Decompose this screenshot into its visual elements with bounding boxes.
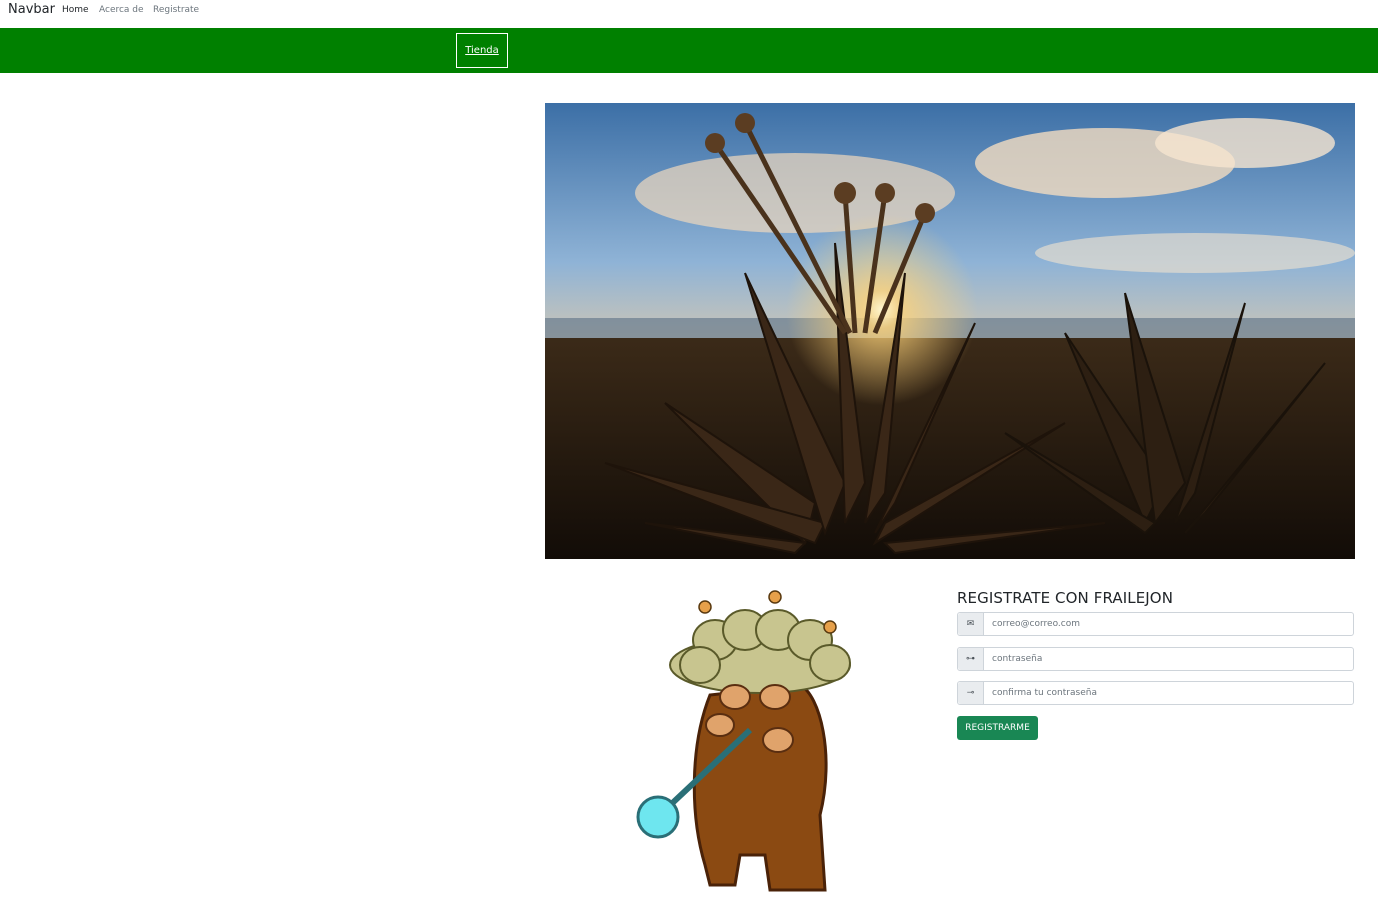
green-banner (0, 28, 1378, 73)
email-icon: ✉ (958, 613, 984, 635)
top-navbar: Navbar Home Acerca de Registrate (0, 0, 1378, 28)
confirm-password-field[interactable] (984, 682, 1353, 704)
mascot-illustration (636, 590, 851, 897)
nav-link-home[interactable]: Home (62, 5, 89, 15)
shop-button[interactable]: Tienda (456, 33, 508, 68)
email-field[interactable] (984, 613, 1353, 635)
confirm-password-input-group: ⊸ (957, 681, 1354, 705)
key-solid-icon: ⊸ (958, 682, 984, 704)
frailejon-landscape-photo (545, 103, 1355, 559)
email-input-group: ✉ (957, 612, 1354, 636)
nav-link-registrate[interactable]: Registrate (153, 5, 199, 15)
navbar-brand[interactable]: Navbar (8, 2, 55, 17)
password-input-group: ⊶ (957, 647, 1354, 671)
nav-link-acerca[interactable]: Acerca de (99, 5, 144, 15)
key-outline-icon: ⊶ (958, 648, 984, 670)
register-button[interactable]: REGISTRARME (957, 716, 1038, 740)
password-field[interactable] (984, 648, 1353, 670)
form-title: REGISTRATE CON FRAILEJON (957, 589, 1174, 607)
hero-image (545, 103, 1355, 559)
frailejon-mascot (620, 585, 860, 905)
